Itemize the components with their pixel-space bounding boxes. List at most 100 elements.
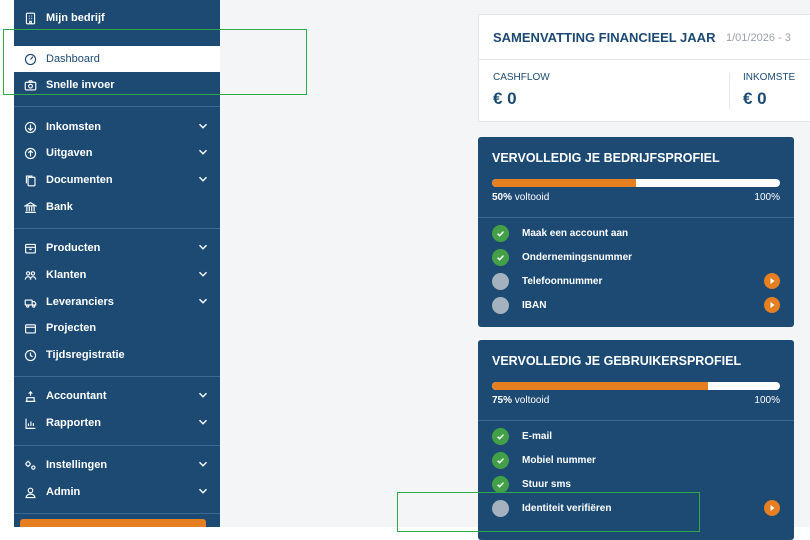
progress-max: 100%: [754, 192, 780, 203]
kpi-inkomsten-value: € 0: [743, 89, 767, 108]
check-icon: [492, 475, 509, 493]
chevron-down-icon[interactable]: [198, 174, 208, 184]
check-icon: [492, 427, 509, 445]
sidebar-item-mijn-bedrijf[interactable]: Mijn bedrijf: [14, 5, 220, 31]
sidebar-divider: [14, 228, 220, 229]
sidebar-divider: [14, 376, 220, 377]
go-arrow-icon[interactable]: [764, 500, 780, 516]
pending-circle-icon: [492, 272, 509, 290]
sidebar-item-label: Instellingen: [46, 459, 108, 471]
task-item: Ondernemingsnummer: [492, 248, 780, 266]
kpi-cashflow-label: CASHFLOW: [493, 72, 550, 83]
chevron-down-icon[interactable]: [198, 459, 208, 469]
chevron-down-icon[interactable]: [198, 417, 208, 427]
kpi-inkomsten-label: INKOMSTE: [743, 72, 796, 83]
sidebar-divider: [14, 513, 220, 514]
accountant-icon: [22, 388, 38, 404]
progress-value: 75%: [492, 395, 513, 406]
sidebar-item-label: Accountant: [46, 390, 107, 402]
chevron-down-icon[interactable]: [198, 147, 208, 157]
sidebar-action-button[interactable]: [20, 519, 206, 527]
financial-summary-card: SAMENVATTING FINANCIEEL JAAR 1/01/2026 -…: [478, 14, 810, 122]
task-label: Mobiel nummer: [522, 454, 596, 466]
pending-circle-icon: [492, 296, 509, 314]
sidebar-item-label: Inkomsten: [46, 121, 102, 133]
chevron-down-icon[interactable]: [198, 486, 208, 496]
task-label: E-mail: [522, 430, 553, 442]
sidebar-item-label: Admin: [46, 486, 81, 498]
admin-user-icon: [22, 484, 38, 500]
user-profile-title: VERVOLLEDIG JE GEBRUIKERSPROFIEL: [492, 354, 742, 368]
sidebar-item-producten[interactable]: Producten: [14, 235, 220, 261]
company-profile-progress-bar: [492, 179, 780, 187]
reports-icon: [22, 415, 38, 431]
sidebar-item-label: Bank: [46, 201, 73, 213]
highlight-box-identity: [397, 492, 700, 532]
task-item: E-mail: [492, 427, 780, 445]
progress-text: voltooid: [514, 192, 550, 203]
sidebar-item-label: Tijdsregistratie: [46, 349, 125, 361]
task-item[interactable]: IBAN: [492, 296, 780, 314]
sidebar-item-leveranciers[interactable]: Leveranciers: [14, 289, 220, 315]
sidebar-item-uitgaven[interactable]: Uitgaven: [14, 140, 220, 166]
sidebar-item-accountant[interactable]: Accountant: [14, 383, 220, 409]
box-icon: [22, 240, 38, 256]
sidebar-item-label: Producten: [46, 242, 101, 254]
card-divider: [478, 217, 794, 218]
sidebar-divider: [14, 445, 220, 446]
task-item: Mobiel nummer: [492, 451, 780, 469]
chevron-down-icon[interactable]: [198, 269, 208, 279]
check-icon: [492, 248, 509, 266]
task-label: Stuur sms: [522, 478, 571, 490]
user-progress-label: 75% voltooid: [492, 395, 549, 406]
go-arrow-icon[interactable]: [764, 273, 780, 289]
sidebar-item-tijdsregistratie[interactable]: Tijdsregistratie: [14, 342, 220, 368]
documents-icon: [22, 172, 38, 188]
chevron-down-icon[interactable]: [198, 390, 208, 400]
check-icon: [492, 224, 509, 242]
chevron-down-icon[interactable]: [198, 121, 208, 131]
check-icon: [492, 451, 509, 469]
sidebar-item-label: Klanten: [46, 269, 87, 281]
chevron-down-icon[interactable]: [198, 296, 208, 306]
task-label: Telefoonnummer: [522, 275, 603, 287]
sidebar-item-bank[interactable]: Bank: [14, 194, 220, 220]
customers-icon: [22, 267, 38, 283]
sidebar-item-label: Projecten: [46, 322, 97, 334]
sidebar-item-label: Rapporten: [46, 417, 101, 429]
sidebar-divider: [14, 106, 220, 107]
progress-text: voltooid: [514, 395, 550, 406]
sidebar-item-projecten[interactable]: Projecten: [14, 315, 220, 341]
go-arrow-icon[interactable]: [764, 297, 780, 313]
sidebar-item-instellingen[interactable]: Instellingen: [14, 452, 220, 478]
folder-icon: [22, 320, 38, 336]
task-label: Ondernemingsnummer: [522, 251, 633, 263]
sidebar-item-rapporten[interactable]: Rapporten: [14, 410, 220, 436]
summary-title: SAMENVATTING FINANCIEEL JAAR: [493, 30, 716, 45]
task-item: Maak een account aan: [492, 224, 780, 242]
sidebar-item-label: Mijn bedrijf: [46, 12, 105, 24]
arrow-down-circle-icon: [22, 119, 38, 135]
sidebar-item-label: Leveranciers: [46, 296, 114, 308]
company-progress-label: 50% voltooid: [492, 192, 549, 203]
chevron-down-icon[interactable]: [198, 242, 208, 252]
company-profile-card: VERVOLLEDIG JE BEDRIJFSPROFIEL 50% volto…: [478, 137, 794, 327]
sidebar-item-admin[interactable]: Admin: [14, 479, 220, 505]
clock-icon: [22, 347, 38, 363]
sidebar-item-documenten[interactable]: Documenten: [14, 167, 220, 193]
summary-date-range[interactable]: 1/01/2026 - 3: [726, 32, 791, 44]
user-profile-progress-bar: [492, 382, 780, 390]
card-divider: [478, 420, 794, 421]
sidebar-item-label: Documenten: [46, 174, 113, 186]
summary-divider: [479, 59, 810, 60]
settings-icon: [22, 457, 38, 473]
sidebar-item-klanten[interactable]: Klanten: [14, 262, 220, 288]
task-item: Stuur sms: [492, 475, 780, 493]
progress-value: 50%: [492, 192, 513, 203]
task-item[interactable]: Telefoonnummer: [492, 272, 780, 290]
kpi-separator: [729, 73, 730, 109]
progress-fill: [492, 179, 636, 187]
sidebar-item-inkomsten[interactable]: Inkomsten: [14, 114, 220, 140]
company-profile-title: VERVOLLEDIG JE BEDRIJFSPROFIEL: [492, 151, 720, 165]
truck-icon: [22, 294, 38, 310]
